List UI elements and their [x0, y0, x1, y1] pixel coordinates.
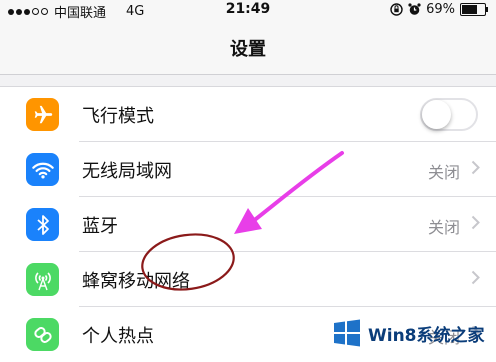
toggle-knob — [422, 100, 451, 129]
navigation-bar: 设置 — [0, 22, 496, 75]
row-label: 无线局域网 — [82, 160, 172, 182]
airplane-icon — [26, 98, 59, 131]
alarm-clock-icon — [408, 3, 421, 15]
watermark: Win8系统之家 — [332, 313, 492, 353]
row-label: 个人热点 — [82, 325, 154, 347]
row-value: 关闭 — [427, 218, 460, 237]
settings-row-wifi[interactable]: 无线局域网 关闭 — [0, 142, 496, 197]
hotspot-link-icon — [26, 318, 59, 351]
battery-icon — [460, 3, 488, 16]
battery-percent: 69% — [426, 2, 455, 17]
row-label: 蓝牙 — [82, 215, 118, 237]
status-right-group: 69% — [390, 2, 488, 17]
orientation-lock-icon — [390, 3, 403, 16]
page-title: 设置 — [230, 39, 266, 60]
windows-logo-icon — [334, 319, 360, 347]
settings-row-bluetooth[interactable]: 蓝牙 关闭 — [0, 197, 496, 252]
row-label: 蜂窝移动网络 — [82, 270, 190, 292]
settings-row-airplane-mode[interactable]: 飞行模式 — [0, 87, 496, 142]
wifi-icon — [26, 153, 59, 186]
watermark-text: Win8系统之家 — [368, 325, 485, 346]
airplane-mode-toggle[interactable] — [420, 98, 478, 131]
row-label: 飞行模式 — [82, 105, 154, 127]
chevron-right-icon — [471, 270, 480, 285]
status-bar: 中国联通 4G 21:49 69% — [0, 0, 496, 22]
row-value: 关闭 — [427, 163, 460, 182]
cellular-antenna-icon — [26, 263, 59, 296]
settings-row-cellular[interactable]: 蜂窝移动网络 — [0, 252, 496, 307]
chevron-right-icon — [471, 160, 480, 175]
bluetooth-icon — [26, 208, 59, 241]
chevron-right-icon — [471, 215, 480, 230]
